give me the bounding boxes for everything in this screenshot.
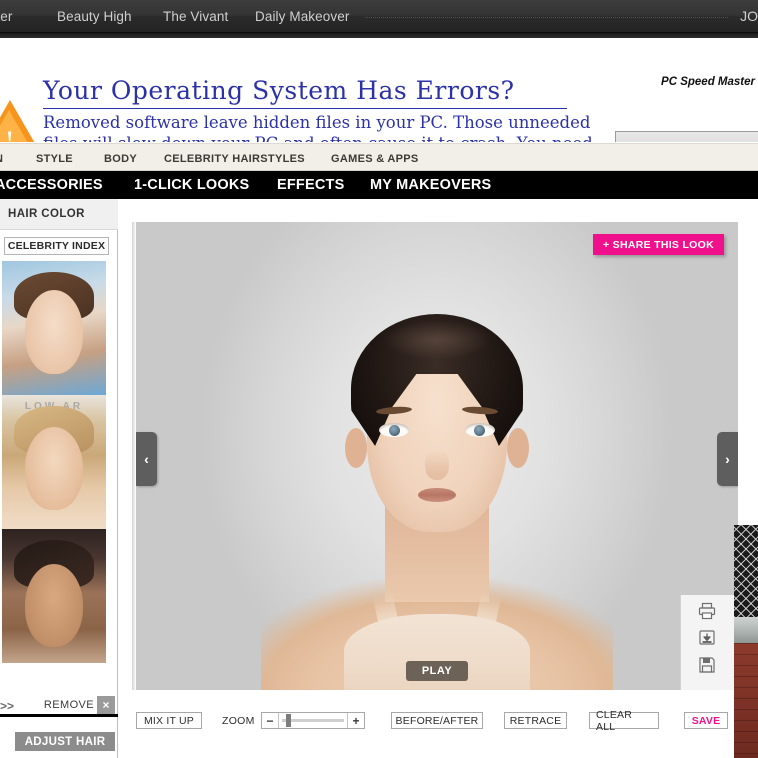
tab-effects[interactable]: EFFECTS xyxy=(277,177,344,193)
makeover-main-panel: ‹ › PLAY + SHARE THIS LOOK MIX IT UP ZOO… xyxy=(119,199,758,758)
download-icon xyxy=(697,629,717,652)
celebrity-thumbnail[interactable] xyxy=(2,529,106,663)
zoom-label: ZOOM xyxy=(222,715,255,727)
partner-network-bar: aster Beauty High The Vivant Daily Makeo… xyxy=(0,0,758,33)
portrait-hair-highlight xyxy=(382,320,492,360)
warning-exclamation-glyph: ! xyxy=(6,126,14,142)
zoom-in-button[interactable]: + xyxy=(347,713,364,728)
ad-headline: Your Operating System Has Errors? xyxy=(43,76,515,105)
celebrity-thumbnail-list: LOW AR xyxy=(2,261,106,663)
download-button[interactable] xyxy=(693,627,721,653)
partner-link-beauty-high[interactable]: Beauty High xyxy=(57,9,132,24)
thumbnail-face xyxy=(24,290,84,374)
ad-brand-label: PC Speed Master xyxy=(661,76,755,88)
site-nav-item-body[interactable]: BODY xyxy=(104,153,137,165)
brick-wall-texture xyxy=(734,643,758,758)
concrete-ledge-texture xyxy=(734,617,758,643)
start-scan-button[interactable]: Start Scan xyxy=(615,131,758,142)
save-button[interactable]: SAVE xyxy=(684,712,728,729)
portrait-ear-left xyxy=(345,428,367,468)
mix-it-up-button[interactable]: MIX IT UP xyxy=(136,712,202,729)
partner-bar-divider xyxy=(365,17,728,18)
partner-link-the-vivant[interactable]: The Vivant xyxy=(163,9,228,24)
save-disk-icon xyxy=(697,656,717,679)
site-nav-item-style[interactable]: STYLE xyxy=(36,153,73,165)
scroll-forward-icon[interactable]: >> xyxy=(0,699,14,713)
partner-link-aster[interactable]: aster xyxy=(0,9,13,24)
portrait-ear-right xyxy=(507,428,529,468)
tab-my-makeovers[interactable]: MY MAKEOVERS xyxy=(370,177,491,193)
site-nav-item-n[interactable]: N xyxy=(0,153,3,165)
zoom-out-button[interactable]: − xyxy=(262,713,279,728)
ad-divider xyxy=(43,108,567,109)
makeover-toolbar: MIX IT UP ZOOM − + BEFORE/AFTER RETRACE … xyxy=(119,704,758,744)
zoom-slider-track[interactable] xyxy=(282,714,344,727)
next-look-arrow[interactable]: › xyxy=(717,432,738,486)
portrait-iris-right xyxy=(474,425,485,436)
tab-accessories[interactable]: ACCESSORIES xyxy=(0,177,103,193)
site-nav-item-games-apps[interactable]: GAMES & APPS xyxy=(331,153,419,165)
retrace-button[interactable]: RETRACE xyxy=(504,712,567,729)
share-this-look-button[interactable]: + SHARE THIS LOOK xyxy=(593,234,724,255)
model-portrait-image[interactable] xyxy=(261,222,613,690)
advertisement-banner[interactable]: ! Your Operating System Has Errors? Remo… xyxy=(0,38,758,142)
sidebar-title: HAIR COLOR xyxy=(0,199,118,230)
site-navigation-bar: N STYLE BODY CELEBRITY HAIRSTYLES GAMES … xyxy=(0,143,758,171)
makeover-canvas[interactable]: ‹ › PLAY xyxy=(136,222,738,690)
before-after-button[interactable]: BEFORE/AFTER xyxy=(391,712,483,729)
site-nav-item-celebrity-hairstyles[interactable]: CELEBRITY HAIRSTYLES xyxy=(164,153,305,165)
sidebar-remove-row: >> REMOVE × xyxy=(0,695,118,717)
thumbnail-face xyxy=(24,427,84,511)
remove-label[interactable]: REMOVE xyxy=(44,699,94,711)
adjust-hair-button[interactable]: ADJUST HAIR xyxy=(15,732,115,751)
partner-link-jo[interactable]: JO xyxy=(740,8,758,24)
app-navigation-bar: ACCESSORIES 1-CLICK LOOKS EFFECTS MY MAK… xyxy=(0,171,758,199)
zoom-control[interactable]: − + xyxy=(261,712,365,729)
print-button[interactable] xyxy=(693,600,721,626)
celebrity-thumbnail[interactable]: LOW AR xyxy=(2,395,106,529)
celebrity-thumbnail[interactable] xyxy=(2,261,106,395)
tab-1-click-looks[interactable]: 1-CLICK LOOKS xyxy=(134,177,249,193)
portrait-lips xyxy=(418,488,456,502)
portrait-chin xyxy=(415,508,459,526)
chain-link-fence-texture xyxy=(734,525,758,617)
portrait-nose xyxy=(425,450,449,480)
previous-look-arrow[interactable]: ‹ xyxy=(136,432,157,486)
right-edge-photo xyxy=(734,525,758,758)
partner-link-daily-makeover[interactable]: Daily Makeover xyxy=(255,9,349,24)
portrait-iris-left xyxy=(389,425,400,436)
clear-all-button[interactable]: CLEAR ALL xyxy=(589,709,659,733)
hair-color-sidebar: HAIR COLOR CELEBRITY INDEX LOW AR >> REM… xyxy=(0,199,118,758)
zoom-slider-thumb[interactable] xyxy=(286,714,291,727)
save-disk-button[interactable] xyxy=(693,654,721,680)
celebrity-index-button[interactable]: CELEBRITY INDEX xyxy=(4,237,109,255)
thumbnail-face xyxy=(24,563,84,647)
play-button[interactable]: PLAY xyxy=(406,661,468,681)
print-icon xyxy=(697,602,717,625)
canvas-tool-strip xyxy=(680,595,740,690)
warning-triangle-inner-icon xyxy=(0,110,33,142)
ad-body-text: Removed software leave hidden files in y… xyxy=(43,113,593,142)
remove-close-icon[interactable]: × xyxy=(97,696,115,714)
